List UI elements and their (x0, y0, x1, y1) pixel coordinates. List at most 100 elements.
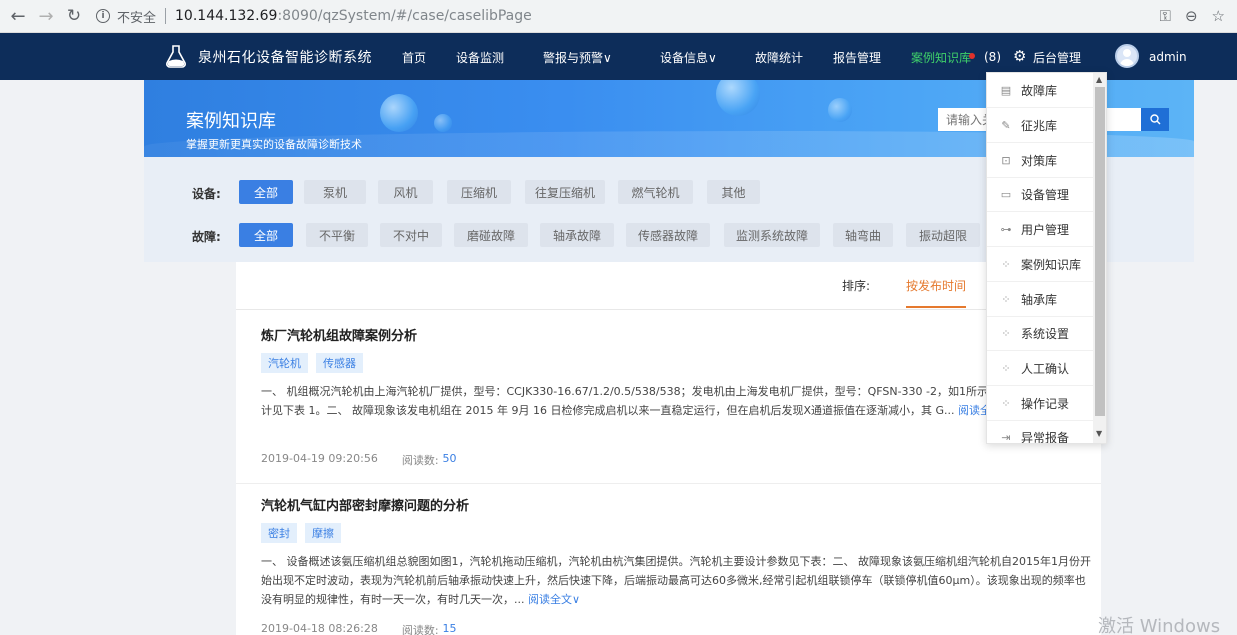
nav-equipment-info-label: 设备信息 (660, 51, 709, 65)
document-icon: ▤ (1000, 83, 1012, 97)
device-chip[interactable]: 泵机 (304, 180, 366, 204)
avatar[interactable] (1115, 44, 1139, 68)
decorative-bubble (434, 114, 452, 132)
views-label: 阅读数: (401, 624, 439, 635)
back-arrow-icon[interactable]: ← (4, 2, 32, 30)
decorative-bubble (716, 80, 760, 116)
fault-chip[interactable]: 振动超限 (906, 223, 980, 247)
menu-item-label: 异常报备 (1021, 430, 1070, 444)
menu-item-label: 故障库 (1021, 83, 1058, 98)
grid-icon: ⁘ (1001, 257, 1011, 271)
username[interactable]: admin (1149, 50, 1187, 64)
device-chip[interactable]: 其他 (707, 180, 760, 204)
dropdown-scrollbar[interactable]: ▲ ▼ (1093, 73, 1106, 443)
admin-menu[interactable]: 后台管理 (1033, 49, 1081, 66)
menu-item-strategy-library[interactable]: ⊡ 对策库 (987, 143, 1093, 178)
device-chip[interactable]: 往复压缩机 (525, 180, 605, 204)
views-count: 15 (442, 622, 457, 635)
fault-chip[interactable]: 全部 (239, 223, 293, 247)
menu-item-anomaly-report[interactable]: ⇥ 异常报备 (987, 420, 1093, 444)
article-excerpt: 一、 设备概述该氨压缩机组总貌图如图1，汽轮机拖动压缩机，汽轮机由杭汽集团提供。… (261, 552, 1091, 609)
nav-alarms[interactable]: 警报与预警∨ (543, 49, 612, 66)
article-tag[interactable]: 密封 (261, 523, 297, 543)
reload-icon[interactable]: ↻ (60, 2, 88, 30)
nav-case-library[interactable]: 案例知识库 (911, 49, 971, 66)
message-count[interactable]: (8) (984, 50, 1001, 64)
sort-by-publish-time[interactable]: 按发布时间 (906, 277, 966, 294)
article-title[interactable]: 汽轮机气缸内部密封摩擦问题的分析 (261, 495, 1091, 514)
menu-item-user-management[interactable]: ⊶ 用户管理 (987, 212, 1093, 247)
fault-chip[interactable]: 不平衡 (306, 223, 368, 247)
menu-item-system-settings[interactable]: ⁘ 系统设置 (987, 316, 1093, 351)
read-more-link[interactable]: 阅读全文∨ (528, 593, 580, 606)
views-count: 50 (442, 452, 457, 465)
article-title[interactable]: 炼厂汽轮机组故障案例分析 (261, 325, 1091, 344)
list-item: 汽轮机气缸内部密封摩擦问题的分析 密封 摩擦 一、 设备概述该氨压缩机组总貌图如… (261, 495, 1091, 635)
star-icon[interactable]: ☆ (1212, 7, 1225, 25)
zoom-icon[interactable]: ⊖ (1185, 7, 1198, 25)
grid-icon: ⁘ (1001, 292, 1011, 306)
fault-chip[interactable]: 监测系统故障 (724, 223, 820, 247)
scrollbar-thumb[interactable] (1095, 87, 1105, 416)
grid-icon: ⁘ (1001, 326, 1011, 340)
system-title: 泉州石化设备智能诊断系统 (198, 50, 372, 66)
chevron-down-icon: ∨ (572, 593, 581, 606)
address-bar[interactable]: i 不安全 10.144.132.69:8090/qzSystem/#/case… (96, 3, 1160, 29)
scroll-down-arrow-icon[interactable]: ▼ (1096, 429, 1102, 438)
views-label: 阅读数: (401, 454, 439, 467)
search-button[interactable] (1141, 108, 1169, 131)
url-path: :8090/qzSystem/#/case/caselibPage (277, 8, 532, 24)
fault-chip[interactable]: 轴承故障 (540, 223, 614, 247)
menu-item-symptom-library[interactable]: ✎ 征兆库 (987, 108, 1093, 143)
briefcase-icon: ⊡ (1001, 153, 1011, 167)
menu-item-fault-library[interactable]: ▤ 故障库 (987, 73, 1093, 108)
nav-fault-stats[interactable]: 故障统计 (755, 49, 803, 66)
divider (236, 483, 1101, 484)
article-excerpt-text: 一、 设备概述该氨压缩机组总貌图如图1，汽轮机拖动压缩机，汽轮机由杭汽集团提供。… (261, 555, 1091, 606)
nav-alarms-label: 警报与预警 (543, 51, 604, 65)
device-filter-label: 设备: (192, 187, 221, 201)
menu-item-label: 系统设置 (1021, 326, 1070, 341)
article-tag[interactable]: 摩擦 (305, 523, 341, 543)
scroll-up-arrow-icon[interactable]: ▲ (1096, 75, 1102, 84)
list-item: 炼厂汽轮机组故障案例分析 汽轮机 传感器 一、 机组概况汽轮机由上海汽轮机厂提供… (261, 325, 1091, 468)
nav-equipment-monitor[interactable]: 设备监测 (456, 49, 504, 66)
fault-chip[interactable]: 磨碰故障 (454, 223, 528, 247)
article-excerpt: 一、 机组概况汽轮机由上海汽轮机厂提供，型号：CCJK330-16.67/1.2… (261, 382, 1091, 439)
article-tag[interactable]: 传感器 (316, 353, 363, 373)
grid-icon: ⁘ (1001, 361, 1011, 375)
article-tag[interactable]: 汽轮机 (261, 353, 308, 373)
device-chip[interactable]: 燃气轮机 (618, 180, 693, 204)
monitor-icon: ▭ (1000, 187, 1012, 201)
gear-icon[interactable]: ⚙ (1013, 47, 1026, 65)
device-chip[interactable]: 风机 (378, 180, 433, 204)
key-icon[interactable]: ⚿ (1160, 7, 1171, 25)
fault-chip[interactable]: 传感器故障 (626, 223, 710, 247)
grid-icon: ⁘ (1001, 396, 1011, 410)
menu-item-manual-confirm[interactable]: ⁘ 人工确认 (987, 351, 1093, 386)
menu-item-label: 对策库 (1021, 153, 1058, 168)
fault-filter-label: 故障: (192, 230, 221, 244)
article-date: 2019-04-19 09:20:56 (261, 452, 378, 465)
menu-item-case-library[interactable]: ⁘ 案例知识库 (987, 247, 1093, 282)
menu-item-operation-log[interactable]: ⁘ 操作记录 (987, 386, 1093, 421)
fault-chip[interactable]: 不对中 (380, 223, 442, 247)
info-icon[interactable]: i (96, 9, 110, 23)
sort-active-underline (906, 306, 966, 308)
nav-reports[interactable]: 报告管理 (833, 49, 881, 66)
device-chip[interactable]: 压缩机 (447, 180, 511, 204)
forward-arrow-icon[interactable]: → (32, 2, 60, 30)
insecure-label: 不安全 (117, 10, 157, 26)
fault-chip[interactable]: 轴弯曲 (833, 223, 893, 247)
menu-item-label: 设备管理 (1021, 187, 1070, 202)
menu-item-bearing-library[interactable]: ⁘ 轴承库 (987, 282, 1093, 317)
decorative-bubble (380, 94, 418, 132)
decorative-bubble (828, 98, 852, 122)
notification-dot (969, 53, 975, 59)
nav-equipment-info[interactable]: 设备信息∨ (660, 49, 717, 66)
nav-home[interactable]: 首页 (402, 49, 426, 66)
windows-activation-watermark: 激活 Windows (1098, 616, 1221, 635)
chevron-down-icon: ∨ (708, 51, 717, 65)
menu-item-equipment-management[interactable]: ▭ 设备管理 (987, 177, 1093, 212)
device-chip[interactable]: 全部 (239, 180, 293, 204)
